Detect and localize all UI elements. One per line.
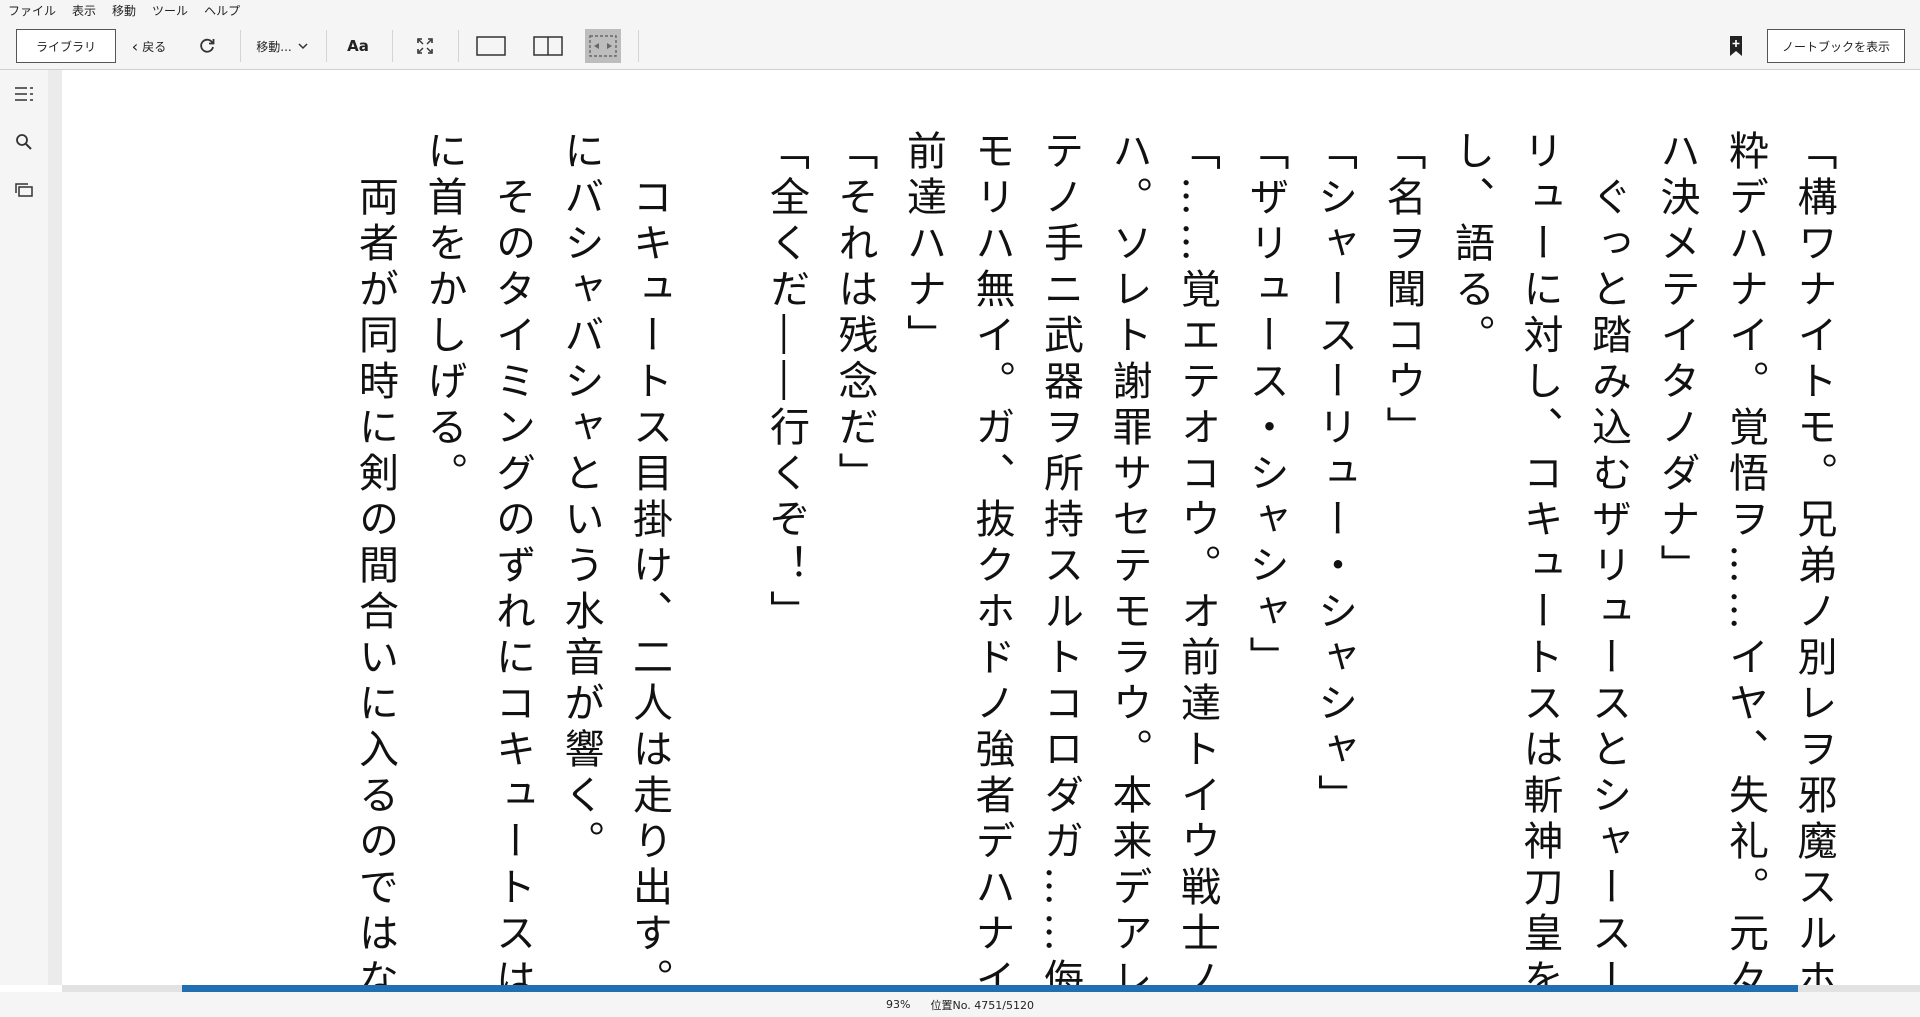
- text-column: ハ決メテイタノダナ」: [1653, 130, 1700, 590]
- search-icon: [16, 134, 32, 150]
- text-column: 粋デハナイ。覚悟ヲ……イヤ、失礼。元々覚悟: [1722, 130, 1768, 985]
- bookmark-add-icon: [1730, 36, 1742, 56]
- back-button[interactable]: ‹ 戻る: [126, 29, 172, 63]
- status-bar: 93% 位置No. 4751/5120: [0, 992, 1920, 1017]
- reading-page[interactable]: 「構ワナイトモ。兄弟ノ別レヲ邪魔スルホド無 粋デハナイ。覚悟ヲ……イヤ、失礼。元々…: [62, 70, 1920, 985]
- menu-tools[interactable]: ツール: [144, 0, 196, 22]
- menu-bar: ファイル 表示 移動 ツール ヘルプ: [0, 0, 1920, 22]
- goto-menu-button[interactable]: 移動...: [252, 29, 312, 63]
- text-column: ハ。ソレト謝罪サセテモラウ。本来デアレバ全: [1105, 130, 1152, 985]
- text-column: 両者が同時に剣の間合いに入るのではなく、: [352, 130, 398, 985]
- show-notebook-button[interactable]: ノートブックを表示: [1767, 29, 1905, 63]
- text-column: 「……覚エテオコウ。オ前達トイウ戦士ノコト: [1174, 130, 1220, 985]
- text-column: そのタイミングのずれにコキュートスは僅か: [489, 130, 535, 985]
- text-column: 「全くだ――行くぞ！」: [763, 130, 809, 636]
- text-column: テノ手ニ武器ヲ所持スルトコロダガ……侮ルツ: [1037, 130, 1083, 985]
- fullscreen-icon: [417, 38, 433, 54]
- chevron-left-icon: ‹: [131, 36, 139, 56]
- fullscreen-button[interactable]: [411, 32, 439, 60]
- single-page-button[interactable]: [473, 31, 509, 61]
- goto-label: 移動...: [256, 39, 292, 54]
- text-column: リューに対し、コキュートスは斬神刀皇を一閃: [1516, 130, 1563, 985]
- toolbar: ライブラリ ‹ 戻る 移動... Aa ノートブックを表示: [0, 22, 1920, 70]
- text-column: 前達ハナ」: [900, 130, 946, 360]
- text-column: コキュートス目掛け、二人は走り出す。湿地: [626, 130, 672, 985]
- flashcards-icon: [15, 183, 33, 197]
- menu-help[interactable]: ヘルプ: [196, 0, 248, 22]
- text-column: 「構ワナイトモ。兄弟ノ別レヲ邪魔スルホド無: [1790, 130, 1837, 985]
- toc-icon: [15, 87, 33, 101]
- menu-file[interactable]: ファイル: [0, 0, 64, 22]
- text-column: 「ザリュース・シャシャ」: [1242, 130, 1289, 682]
- chevron-down-icon: [298, 43, 308, 50]
- add-bookmark-button[interactable]: [1722, 32, 1750, 60]
- search-button[interactable]: [12, 130, 36, 154]
- toolbar-separator: [240, 30, 241, 62]
- refresh-icon: [200, 38, 215, 53]
- toolbar-separator: [638, 30, 639, 62]
- single-page-icon: [476, 36, 506, 56]
- location-indicator: 位置No. 4751/5120: [930, 998, 1034, 1012]
- menu-go[interactable]: 移動: [104, 0, 144, 22]
- reading-progress-bar[interactable]: [62, 985, 1920, 992]
- text-column: し、語る。: [1448, 130, 1494, 360]
- font-settings-button[interactable]: Aa: [342, 29, 374, 63]
- text-column: にバシャバシャという水音が響く。: [557, 130, 604, 866]
- library-button[interactable]: ライブラリ: [16, 29, 116, 63]
- text-column: ぐっと踏み込むザリュースとシャースー: [1585, 130, 1631, 985]
- text-column: モリハ無イ。ガ、抜クホドノ強者デハナイ。オ: [968, 130, 1015, 985]
- fit-page-icon: [589, 35, 617, 57]
- flashcards-button[interactable]: [12, 178, 36, 202]
- reading-progress-fill: [182, 985, 1798, 992]
- two-page-icon: [533, 36, 563, 56]
- page-gutter: [48, 70, 62, 985]
- left-rail: [0, 70, 48, 985]
- toolbar-separator: [326, 30, 327, 62]
- text-column: に首をかしげる。: [420, 130, 467, 498]
- text-column: 「それは残念だ」: [831, 130, 878, 498]
- fit-page-button[interactable]: [585, 29, 621, 63]
- refresh-button[interactable]: [194, 32, 220, 60]
- toc-button[interactable]: [12, 82, 36, 106]
- text-column: 「シャースーリュー・シャシャ」: [1311, 130, 1357, 820]
- menu-view[interactable]: 表示: [64, 0, 104, 22]
- two-page-button[interactable]: [530, 31, 566, 61]
- toolbar-separator: [458, 30, 459, 62]
- text-column: 「名ヲ聞コウ」: [1379, 130, 1426, 452]
- progress-percent: 93%: [886, 998, 911, 1011]
- back-label: 戻る: [142, 39, 167, 54]
- toolbar-separator: [392, 30, 393, 62]
